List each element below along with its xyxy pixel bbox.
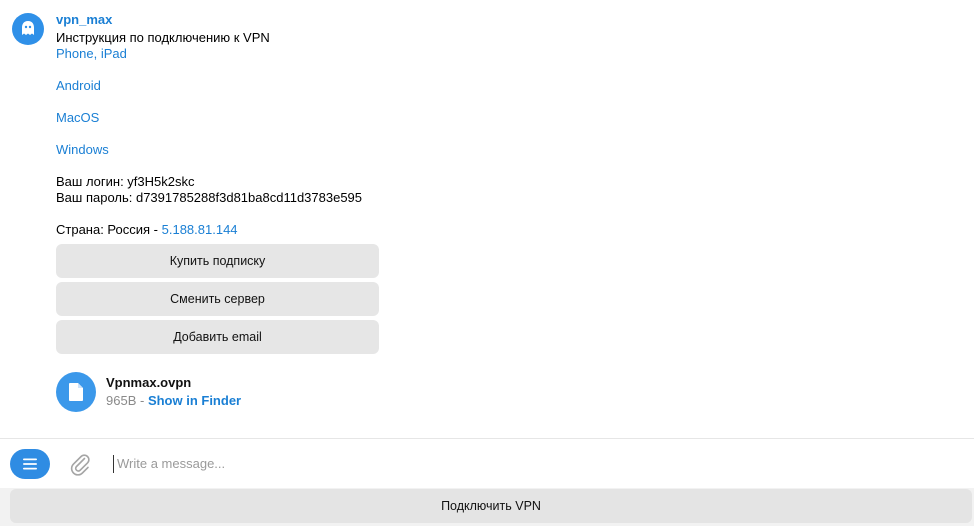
attach-button[interactable] [68,452,92,476]
message-input[interactable]: Write a message... [113,455,957,473]
file-meta: 965B - Show in Finder [106,392,241,410]
ip-link[interactable]: 5.188.81.144 [162,222,238,237]
file-size: 965B [106,393,137,408]
paperclip-icon [70,454,90,476]
menu-icon [23,458,37,470]
sender-name[interactable]: vpn_max [56,12,362,28]
reply-keyboard: Подключить VPN [0,488,974,526]
file-icon[interactable] [56,372,96,412]
link-macos[interactable]: MacOS [56,110,362,126]
file-separator: - [136,393,148,408]
connect-vpn-button[interactable]: Подключить VPN [10,489,972,523]
buy-subscription-button[interactable]: Купить подписку [56,244,379,278]
link-windows[interactable]: Windows [56,142,362,158]
link-android[interactable]: Android [56,78,362,94]
bot-avatar[interactable] [12,13,44,45]
file-name: Vpnmax.ovpn [106,375,192,390]
message-intro: Инструкция по подключению к VPN [56,30,270,45]
country-line: Страна: Россия - 5.188.81.144 [56,222,362,238]
login-text: Ваш логин: yf3H5k2skc [56,174,195,189]
show-in-finder-link[interactable]: Show in Finder [148,393,241,408]
change-server-button[interactable]: Сменить сервер [56,282,379,316]
country-label: Страна: Россия - [56,222,162,237]
file-attachment: Vpnmax.ovpn 965B - Show in Finder [56,372,241,412]
bot-menu-button[interactable] [10,449,50,479]
chat-area: vpn_max Инструкция по подключению к VPN … [0,0,974,438]
ghost-icon [22,21,34,35]
password-text: Ваш пароль: d7391785288f3d81ba8cd11d3783… [56,190,363,205]
bot-message: vpn_max Инструкция по подключению к VPN … [56,12,362,238]
add-email-button[interactable]: Добавить email [56,320,379,354]
file-info: Vpnmax.ovpn 965B - Show in Finder [106,374,241,410]
link-phone-ipad[interactable]: Phone, iPad [56,46,362,62]
document-icon [69,383,83,401]
message-composer: Write a message... [0,438,974,489]
